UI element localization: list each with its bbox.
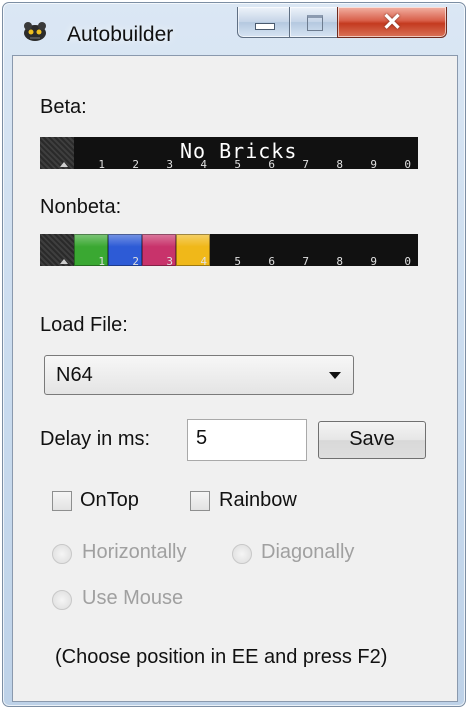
delay-input-box[interactable] — [187, 419, 307, 461]
load-file-label: Load File: — [40, 314, 128, 336]
close-button[interactable]: ✕ — [337, 7, 447, 38]
slot-number: 0 — [404, 255, 411, 268]
slot-number: 2 — [132, 158, 139, 171]
title-bar[interactable]: Autobuilder ✕ — [3, 3, 465, 55]
minimize-icon — [255, 23, 275, 30]
nonbeta-slot-3-pink-brick[interactable]: 3 — [142, 234, 176, 268]
use-mouse-radio[interactable] — [52, 590, 72, 610]
slot-number: 6 — [268, 255, 275, 268]
ontop-label[interactable]: OnTop — [80, 489, 139, 512]
nonbeta-slot-5[interactable]: 5 — [210, 234, 244, 268]
beta-slot-1[interactable]: 1 — [74, 137, 108, 171]
save-button[interactable]: Save — [318, 421, 426, 459]
slot-number: 3 — [166, 158, 173, 171]
use-mouse-label: Use Mouse — [82, 587, 184, 609]
nonbeta-slot-7[interactable]: 7 — [278, 234, 312, 268]
slot-number: 9 — [370, 158, 377, 171]
nonbeta-slot-8[interactable]: 8 — [312, 234, 346, 268]
delay-input[interactable] — [196, 427, 296, 450]
slot-number: 1 — [98, 255, 105, 268]
slot-number: 1 — [98, 158, 105, 171]
load-file-selected: N64 — [56, 364, 93, 386]
horizontally-radio[interactable] — [52, 544, 72, 564]
maximize-icon — [307, 15, 323, 31]
nonbeta-slot-6[interactable]: 6 — [244, 234, 278, 268]
beta-slot-2[interactable]: 2 — [108, 137, 142, 171]
nonbeta-slot-1-green-brick[interactable]: 1 — [74, 234, 108, 268]
nonbeta-slot-9[interactable]: 9 — [346, 234, 380, 268]
beta-slot-3[interactable]: 3 — [142, 137, 176, 171]
maximize-button[interactable] — [289, 7, 339, 38]
beta-slot-0[interactable]: 0 — [380, 137, 414, 171]
load-file-dropdown[interactable]: N64 — [44, 355, 354, 395]
beta-slot-empty[interactable] — [40, 137, 74, 169]
selector-arrow-icon — [60, 162, 68, 167]
selector-arrow-icon — [60, 259, 68, 264]
close-icon: ✕ — [381, 9, 403, 36]
beta-slot-9[interactable]: 9 — [346, 137, 380, 171]
slot-number: 8 — [336, 158, 343, 171]
instruction-text: (Choose position in EE and press F2) — [55, 646, 388, 668]
slot-number: 0 — [404, 158, 411, 171]
slot-number: 9 — [370, 255, 377, 268]
nonbeta-slot-0[interactable]: 0 — [380, 234, 414, 268]
horizontally-label: Horizontally — [82, 541, 187, 563]
nonbeta-slot-empty[interactable] — [40, 234, 74, 266]
nonbeta-slot-2-blue-brick[interactable]: 2 — [108, 234, 142, 268]
slot-number: 4 — [200, 255, 207, 268]
beta-slot-8[interactable]: 8 — [312, 137, 346, 171]
rainbow-checkbox[interactable] — [190, 491, 210, 511]
caption-buttons: ✕ — [233, 7, 455, 41]
window-frame: Autobuilder ✕ Beta: 1 2 3 4 5 6 7 8 9 0 … — [2, 2, 466, 707]
no-bricks-text: No Bricks — [180, 139, 298, 163]
diagonally-label: Diagonally — [261, 541, 355, 563]
slot-number: 7 — [302, 158, 309, 171]
beta-brick-bar[interactable]: 1 2 3 4 5 6 7 8 9 0 No Bricks — [40, 137, 418, 171]
nonbeta-slot-4-gold-brick[interactable]: 4 — [176, 234, 210, 268]
rainbow-label[interactable]: Rainbow — [219, 489, 297, 512]
slot-number: 3 — [166, 255, 173, 268]
ontop-checkbox[interactable] — [52, 491, 72, 511]
nonbeta-label: Nonbeta: — [40, 196, 122, 218]
slot-number: 2 — [132, 255, 139, 268]
minimize-button[interactable] — [237, 7, 291, 38]
client-area: Beta: 1 2 3 4 5 6 7 8 9 0 No Bricks Nonb… — [12, 55, 458, 702]
delay-label: Delay in ms: — [40, 428, 151, 450]
chevron-down-icon — [329, 372, 341, 379]
slot-number: 8 — [336, 255, 343, 268]
slot-number: 7 — [302, 255, 309, 268]
nonbeta-brick-bar[interactable]: 1 2 3 4 5 6 7 8 9 0 — [40, 234, 418, 268]
beta-label: Beta: — [40, 96, 87, 118]
window-title: Autobuilder — [67, 23, 174, 46]
diagonally-radio[interactable] — [232, 544, 252, 564]
slot-number: 5 — [234, 255, 241, 268]
gear-robot-icon — [24, 22, 46, 41]
